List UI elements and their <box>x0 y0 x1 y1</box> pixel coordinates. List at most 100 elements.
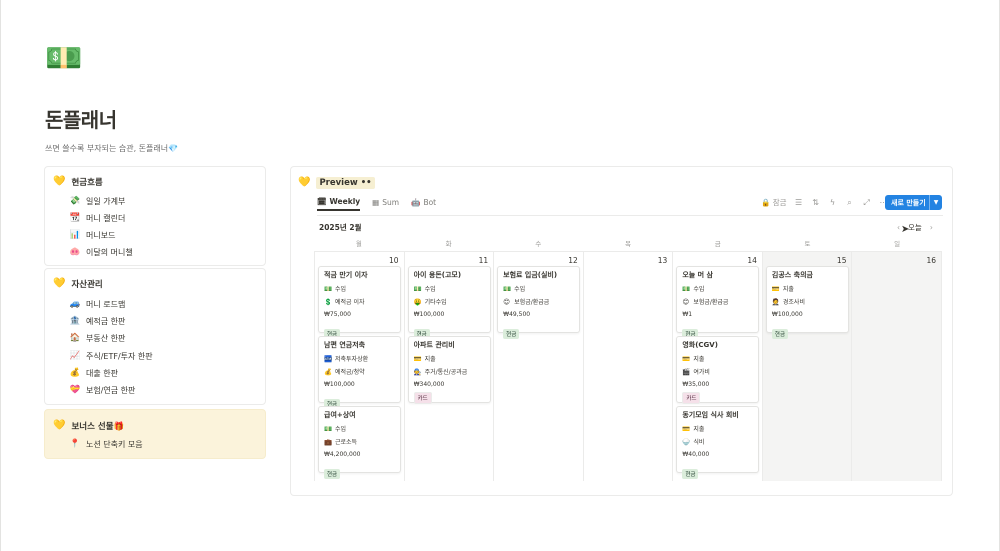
link-daily-ledger[interactable]: 💸 일일 가계부 <box>69 194 126 208</box>
weekday-label: 토 <box>804 240 811 248</box>
link-savings[interactable]: 🏦 예적금 한판 <box>69 314 126 328</box>
event-card[interactable]: 김공스 축의금 💳 지출 🤵 경조사비 ₩100,000 현금 <box>765 266 849 339</box>
today-button[interactable]: 오늘 <box>908 222 922 233</box>
page-title[interactable]: 돈플래너 <box>45 104 117 133</box>
weekday-label: 일 <box>894 240 901 248</box>
section-header: 💛 자산관리 <box>53 278 103 290</box>
chevron-left-icon[interactable]: ‹ <box>897 223 900 232</box>
bar-chart-icon: 📊 <box>69 230 81 240</box>
type-icon: 💳 <box>682 424 691 433</box>
type-icon: 💳 <box>413 354 422 363</box>
event-card[interactable]: 보험료 입금(실비) 💵 수입 😊 보험금/환급금 ₩49,500 현금 <box>497 266 581 339</box>
sort-icon[interactable]: ⇅ <box>811 198 821 207</box>
link-real-estate[interactable]: 🏠 부동산 한판 <box>69 331 126 345</box>
type-label: 수입 <box>424 286 436 293</box>
search-icon[interactable]: ⌕ <box>845 198 855 208</box>
event-title: 적금 만기 이자 <box>324 271 368 279</box>
event-amount: ₩1 <box>682 311 693 318</box>
page-description[interactable]: 쓰면 쓸수록 부자되는 습관, 돈플래너💎 <box>45 143 178 154</box>
event-card[interactable]: 오늘 머 삼 💵 수입 😊 보험금/환급금 ₩1 현금 <box>676 266 760 339</box>
calendar-day[interactable]: 14 오늘 머 삼 💵 수입 😊 보험금/환급금 ₩1 현금 영화(CGV) 💳 지출 🎬 여가비 ₩35… <box>673 252 763 481</box>
event-card[interactable]: 적금 만기 이자 💵 수입 💲 예적금 이자 ₩75,000 현금 <box>318 266 401 339</box>
payment-tag: 현금 <box>503 329 520 339</box>
month-label: 2025년 2월 <box>319 223 362 232</box>
type-label: 수입 <box>335 286 347 293</box>
event-type: 💵 수입 <box>324 282 395 295</box>
type-label: 수입 <box>335 426 347 433</box>
preview-title[interactable]: Preview •• <box>316 177 375 189</box>
event-card[interactable]: 아이 용돈(고모) 💵 수입 🤑 기타수입 ₩100,000 현금 <box>407 266 491 339</box>
link-monthly-challenge[interactable]: 🐽 이달의 머니챌 <box>69 245 133 259</box>
event-card[interactable]: 동기모임 식사 회비 💳 지출 🍚 식비 ₩40,000 현금 <box>676 406 760 479</box>
calendar-day[interactable]: 13 <box>584 252 674 481</box>
link-label: 머니보드 <box>86 230 116 240</box>
event-title: 동기모임 식사 회비 <box>682 411 739 419</box>
calendar-day[interactable]: 16 <box>852 252 943 481</box>
link-loans[interactable]: 💰 대출 한판 <box>69 366 118 380</box>
section-asset-management: 💛 자산관리 🚙 머니 로드맵 🏦 예적금 한판 🏠 부동산 한판 📈 주식/ETF/투… <box>44 268 266 405</box>
event-category: 💲 예적금 이자 <box>324 295 395 308</box>
type-label: 지출 <box>693 426 705 433</box>
category-label: 보험금/환급금 <box>514 299 550 306</box>
link-stocks[interactable]: 📈 주식/ETF/투자 한판 <box>69 349 153 363</box>
event-title: 김공스 축의금 <box>771 271 813 279</box>
event-category: 🤑 기타수입 <box>414 295 485 308</box>
event-card[interactable]: 남편 연금저축 🏧 저축투자상환 💰 예적금/청약 ₩100,000 현금 <box>318 336 401 409</box>
tab-bot[interactable]: 🤖 Bot <box>411 197 436 211</box>
weekday-label: 화 <box>445 240 452 248</box>
automation-icon[interactable]: ϟ <box>828 198 838 207</box>
link-insurance[interactable]: 💝 보험/연금 한판 <box>69 383 136 397</box>
tab-sum[interactable]: ▦ Sum <box>372 197 399 211</box>
calendar-day[interactable]: 15 김공스 축의금 💳 지출 🤵 경조사비 ₩100,000 현금 <box>762 252 853 481</box>
type-label: 저축투자상환 <box>335 356 369 363</box>
link-money-roadmap[interactable]: 🚙 머니 로드맵 <box>69 297 126 311</box>
calendar-day[interactable]: 11 아이 용돈(고모) 💵 수입 🤑 기타수입 ₩100,000 현금 아파트 관리비 💳 지출 🧑… <box>405 252 495 481</box>
weekday-header: 월 화 수 목 금 토 일 <box>314 238 942 252</box>
weekday-label: 수 <box>535 240 542 248</box>
weekday-label: 목 <box>625 240 631 248</box>
new-button-label: 새로 만들기 <box>891 198 926 207</box>
calendar-day[interactable]: 10 적금 만기 이자 💵 수입 💲 예적금 이자 ₩75,000 현금 남편 연금저축 🏧 저축투… <box>314 252 405 481</box>
yellow-heart-icon: 💛 <box>53 420 66 431</box>
event-category: 😊 보험금/환급금 <box>503 295 574 308</box>
event-card[interactable]: 아파트 관리비 💳 지출 🧑‍🔧 주거/통신/공과금 ₩340,000 카드 <box>407 336 491 404</box>
tab-label: Weekly <box>329 196 361 206</box>
event-title: 남편 연금저축 <box>324 341 366 349</box>
event-title: 급여+상여 <box>324 411 356 419</box>
event-amount: ₩100,000 <box>324 381 355 388</box>
event-category: 💰 예적금/청약 <box>324 365 395 378</box>
calendar-day[interactable]: 12 보험료 입금(실비) 💵 수입 😊 보험금/환급금 ₩49,500 현금 <box>494 252 584 481</box>
view-toolbar: 🔒 잠금 ☰ ⇅ ϟ ⌕ ⤢ ⋯ <box>761 197 889 208</box>
type-icon: 💳 <box>682 354 691 363</box>
category-label: 주거/통신/공과금 <box>424 369 468 376</box>
payment-tag: 현금 <box>771 329 789 339</box>
event-title: 아파트 관리비 <box>413 341 455 349</box>
tab-divider <box>317 215 943 216</box>
new-button[interactable]: 새로 만들기 ▼ <box>885 195 942 210</box>
event-category: 😊 보험금/환급금 <box>682 295 753 308</box>
category-label: 보험금/환급금 <box>693 299 729 306</box>
tab-weekly[interactable]: 🗓 Weekly <box>317 196 361 211</box>
link-money-board[interactable]: 📊 머니보드 <box>69 228 116 242</box>
event-card[interactable]: 급여+상여 💵 수입 💼 근로소득 ₩4,200,000 현금 <box>318 406 401 479</box>
day-number: 14 <box>747 256 757 265</box>
heart-ribbon-icon: 💝 <box>69 385 81 395</box>
chevron-right-icon[interactable]: › <box>930 223 933 232</box>
page-icon[interactable]: 💵 <box>45 42 82 76</box>
type-label: 수입 <box>514 286 526 293</box>
filter-icon[interactable]: ☰ <box>794 198 804 207</box>
lock-button[interactable]: 🔒 잠금 <box>761 197 787 208</box>
day-number: 10 <box>389 256 399 265</box>
link-label: 머니 캘린더 <box>86 213 126 223</box>
link-label: 머니 로드맵 <box>86 299 126 309</box>
bot-icon: 🤖 <box>411 197 421 207</box>
link-notion-shortcuts[interactable]: 📍 노션 단축키 모음 <box>69 437 143 451</box>
category-label: 근로소득 <box>335 439 358 446</box>
event-card[interactable]: 영화(CGV) 💳 지출 🎬 여가비 ₩35,000 카드 <box>676 336 760 404</box>
calendar-grid: 10 적금 만기 이자 💵 수입 💲 예적금 이자 ₩75,000 현금 남편 연금저축 🏧 저축투… <box>314 251 943 481</box>
expand-icon[interactable]: ⤢ <box>862 198 872 208</box>
chevron-down-icon[interactable]: ▼ <box>929 195 942 210</box>
type-icon: 💵 <box>503 284 512 293</box>
link-money-calendar[interactable]: 📆 머니 캘린더 <box>69 211 126 225</box>
link-label: 보험/연금 한판 <box>86 385 136 395</box>
